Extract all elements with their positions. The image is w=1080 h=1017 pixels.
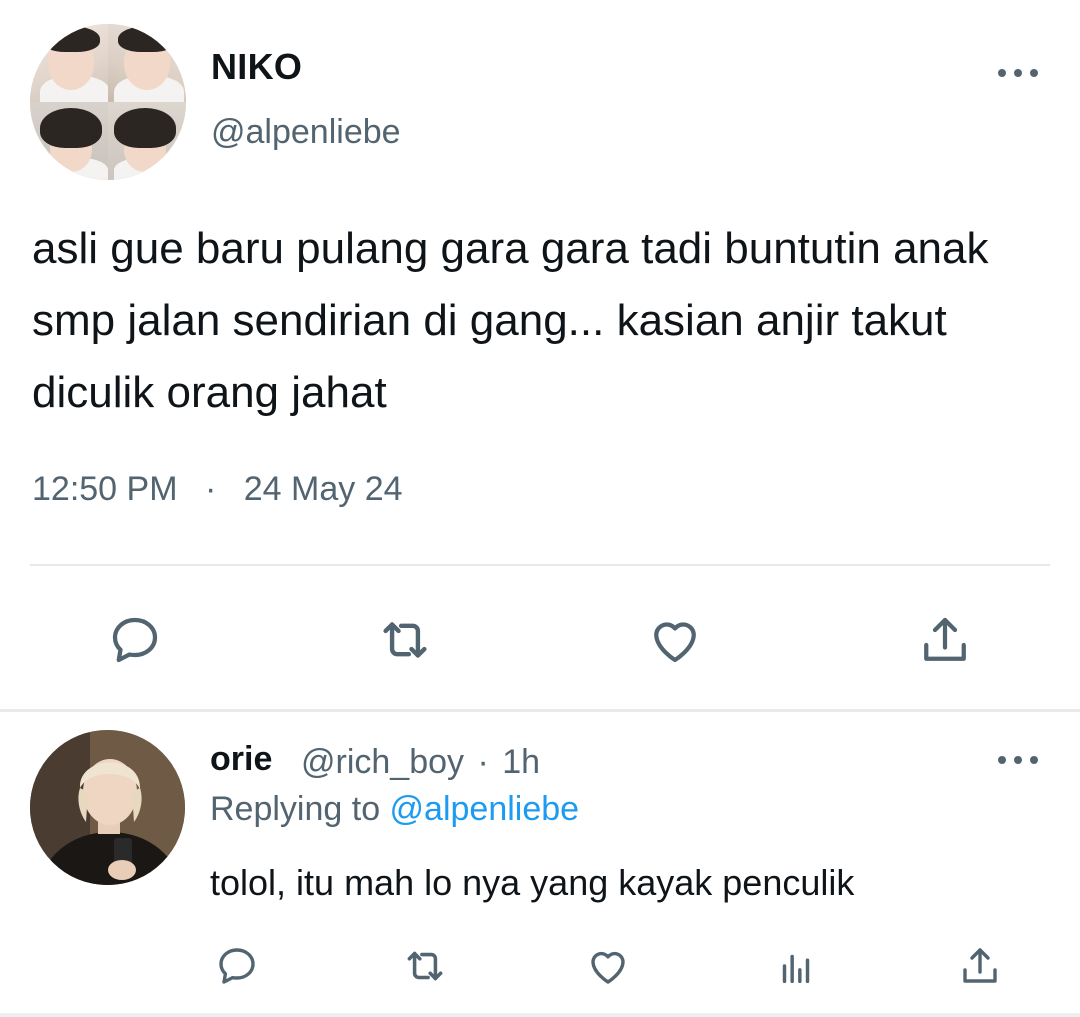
tweet-time: 12:50 PM bbox=[32, 470, 178, 508]
more-options-icon[interactable] bbox=[998, 745, 1038, 775]
divider bbox=[0, 709, 1080, 712]
author-avatar[interactable] bbox=[30, 24, 186, 180]
reply-icon[interactable] bbox=[209, 938, 265, 994]
like-icon[interactable] bbox=[640, 605, 710, 675]
reply-meta: @rich_boy · 1h bbox=[301, 743, 540, 782]
divider bbox=[30, 564, 1050, 566]
avatar-photo-panel bbox=[30, 24, 108, 102]
author-name[interactable]: NIKO bbox=[211, 46, 302, 88]
reply-author-handle[interactable]: @rich_boy bbox=[301, 743, 464, 781]
share-icon[interactable] bbox=[952, 938, 1008, 994]
replying-prefix: Replying to bbox=[210, 790, 390, 828]
retweet-icon[interactable] bbox=[370, 605, 440, 675]
author-handle[interactable]: @alpenliebe bbox=[211, 113, 401, 152]
like-icon[interactable] bbox=[580, 938, 636, 994]
timestamp-separator: · bbox=[204, 470, 217, 508]
analytics-icon[interactable] bbox=[768, 938, 824, 994]
more-options-icon[interactable] bbox=[998, 58, 1038, 88]
tweet-text: asli gue baru pulang gara gara tadi bunt… bbox=[32, 224, 989, 417]
avatar-photo-panel bbox=[108, 24, 186, 102]
share-icon[interactable] bbox=[910, 605, 980, 675]
divider bbox=[0, 1013, 1080, 1017]
meta-separator: · bbox=[477, 743, 489, 781]
replying-mention[interactable]: @alpenliebe bbox=[390, 790, 580, 828]
avatar-photo bbox=[30, 730, 185, 885]
reply-author-avatar[interactable] bbox=[30, 730, 185, 885]
reply-icon[interactable] bbox=[100, 605, 170, 675]
reply-author-name[interactable]: orie bbox=[210, 740, 272, 779]
replying-to: Replying to @alpenliebe bbox=[210, 790, 579, 829]
tweet-timestamp[interactable]: 12:50 PM · 24 May 24 bbox=[32, 470, 403, 509]
avatar-photo-panel bbox=[30, 102, 108, 180]
avatar-photo-panel bbox=[108, 102, 186, 180]
reply-text: tolol, itu mah lo nya yang kayak penculi… bbox=[210, 862, 855, 903]
retweet-icon[interactable] bbox=[397, 938, 453, 994]
reply-age[interactable]: 1h bbox=[502, 743, 540, 781]
tweet-date: 24 May 24 bbox=[243, 470, 403, 508]
